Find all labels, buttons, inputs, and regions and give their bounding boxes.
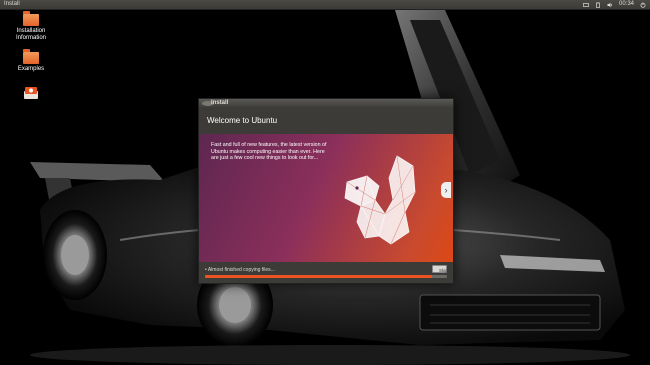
desktop-icon-examples[interactable]: Examples [6,49,56,73]
top-panel: Install 00:34 [0,0,650,10]
status-bar: • Almost finished copying files... Skip [199,262,453,283]
slide-text: Fast and full of new features, the lates… [211,142,327,162]
slideshow: Fast and full of new features, the lates… [199,134,453,262]
indicator-area: 00:34 [583,0,646,9]
squirrel-mascot-icon [344,155,416,245]
battery-icon[interactable] [595,1,601,8]
install-window: Install Welcome to Ubuntu Fast and full … [198,98,454,284]
desktop-icon-label: Installation Information [15,28,46,41]
folder-icon [23,11,39,26]
window-title: Install [211,100,229,106]
desktop-icon-label: Examples [17,66,45,72]
next-slide-button[interactable]: › [441,182,451,198]
clock[interactable]: 00:34 [619,0,634,9]
window-titlebar[interactable]: Install [199,99,453,108]
keyboard-icon[interactable] [583,2,589,8]
volume-icon[interactable] [607,2,613,8]
ubuntu-installer-icon [24,87,38,99]
skip-button[interactable]: Skip [432,265,448,273]
page-title: Welcome to Ubuntu [199,108,453,133]
desktop-icon-installer[interactable] [6,84,56,103]
chevron-right-icon: › [444,185,448,195]
folder-icon [23,49,39,64]
power-icon[interactable] [640,2,646,8]
desktop-icon-installation-information[interactable]: Installation Information [6,11,56,42]
progress-bar [205,275,447,278]
panel-app-title: Install [4,1,20,7]
progress-fill [205,275,433,278]
status-text: • Almost finished copying files... [205,267,275,273]
